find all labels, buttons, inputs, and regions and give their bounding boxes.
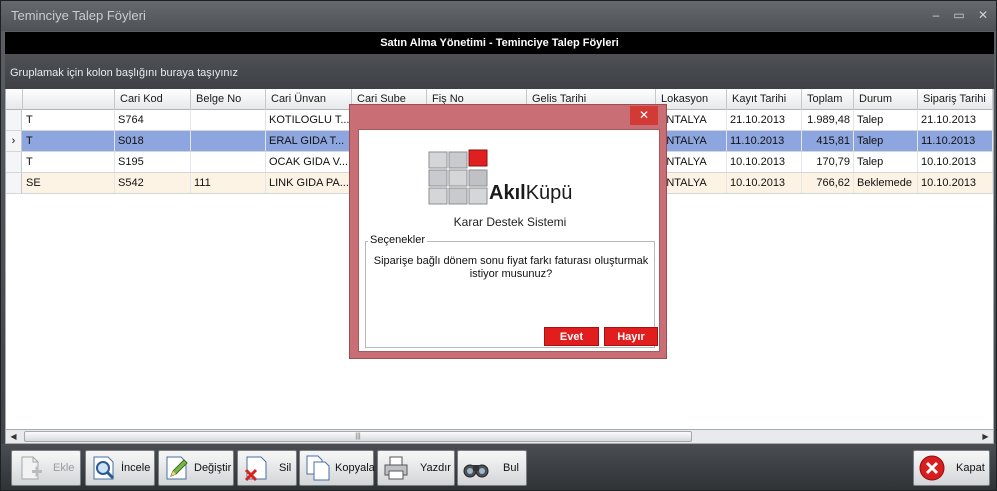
row-indicator[interactable]	[6, 173, 22, 193]
group-by-panel[interactable]: Gruplamak için kolon başlığını buraya ta…	[5, 54, 994, 89]
app-window: Teminciye Talep Föyleri – ▭ ✕ Satın Alma…	[0, 0, 997, 491]
magnifier-icon	[93, 456, 115, 480]
column-header-durum[interactable]: Durum	[854, 89, 918, 110]
cell-cari-unvan[interactable]: LINK GIDA PA...	[266, 173, 352, 193]
cell-belge-no[interactable]	[191, 152, 266, 172]
cell-cari-kod[interactable]: S542	[115, 173, 191, 193]
column-header-cari-unvan[interactable]: Cari Ünvan	[266, 89, 352, 110]
dialog-body: AkılKüpü Karar Destek Sistemi Seçenekler…	[358, 129, 660, 352]
row-indicator[interactable]: ›	[6, 131, 22, 151]
cell-belge-no[interactable]	[191, 131, 266, 151]
column-header-siparis-tarihi[interactable]: Sipariş Tarihi	[918, 89, 993, 110]
cell-kayit-tarihi[interactable]: 10.10.2013	[727, 152, 802, 172]
row-indicator[interactable]	[6, 110, 22, 130]
page-title: Satın Alma Yönetimi - Teminciye Talep Fö…	[5, 32, 994, 54]
cell-toplam[interactable]: 415,81	[802, 131, 854, 151]
cell-belge-no[interactable]	[191, 110, 266, 130]
degistir-button[interactable]: Değiştir	[158, 450, 234, 486]
akil-kupu-logo-icon	[428, 149, 488, 205]
scroll-left-arrow[interactable]: ◀	[6, 430, 21, 443]
no-button[interactable]: Hayır	[604, 327, 658, 346]
close-circle-icon	[919, 455, 945, 481]
column-header-belge-no[interactable]: Belge No	[191, 89, 266, 110]
group-by-hint: Gruplamak için kolon başlığını buraya ta…	[10, 67, 239, 79]
cell-type[interactable]: T	[23, 152, 115, 172]
options-legend: Seçenekler	[368, 234, 428, 246]
delete-document-icon	[244, 456, 267, 482]
degistir-label: Değiştir	[194, 462, 232, 474]
cell-cari-kod[interactable]: S195	[115, 152, 191, 172]
dialog-question: Siparişe bağlı dönem sonu fiyat farkı fa…	[373, 255, 649, 280]
dialog-close-button[interactable]: ✕	[630, 106, 658, 125]
cell-belge-no[interactable]: 111	[191, 173, 266, 193]
bottom-toolbar: Ekle İncele Değiştir Sil Kopyala Yazdır …	[1, 444, 996, 490]
cell-cari-kod[interactable]: S764	[115, 110, 191, 130]
scroll-right-arrow[interactable]: ▶	[978, 430, 993, 443]
incele-button[interactable]: İncele	[85, 450, 155, 486]
logo-wordmark-light: Küpü	[525, 182, 573, 204]
logo-wordmark: AkılKüpü	[489, 182, 572, 205]
cell-cari-kod[interactable]: S018	[115, 131, 191, 151]
cell-kayit-tarihi[interactable]: 10.10.2013	[727, 173, 802, 193]
yes-button[interactable]: Evet	[544, 327, 599, 346]
dialog-subtitle: Karar Destek Sistemi	[453, 215, 567, 229]
incele-label: İncele	[121, 462, 151, 474]
column-header-cari-kod[interactable]: Cari Kod	[115, 89, 191, 110]
column-header-toplam[interactable]: Toplam	[802, 89, 854, 110]
cell-toplam[interactable]: 170,79	[802, 152, 854, 172]
column-header-indicator	[6, 89, 23, 110]
cell-type[interactable]: T	[23, 131, 115, 151]
sil-button[interactable]: Sil	[237, 450, 297, 486]
cell-kayit-tarihi[interactable]: 11.10.2013	[727, 131, 802, 151]
cell-cari-unvan[interactable]: KOTILOGLU T...	[266, 110, 352, 130]
scrollbar-thumb[interactable]: |||	[24, 431, 692, 442]
cell-siparis-tarihi[interactable]: 10.10.2013	[918, 173, 993, 193]
row-indicator[interactable]	[6, 152, 22, 172]
binoculars-icon	[463, 464, 489, 478]
copy-icon	[306, 455, 330, 481]
cell-durum[interactable]: Talep	[854, 131, 918, 151]
cell-siparis-tarihi[interactable]: 10.10.2013	[918, 152, 993, 172]
kopyala-button[interactable]: Kopyala	[299, 450, 375, 486]
cell-cari-unvan[interactable]: ERAL GIDA T...	[266, 131, 352, 151]
bul-label: Bul	[503, 462, 519, 474]
cell-kayit-tarihi[interactable]: 21.10.2013	[727, 110, 802, 130]
cell-toplam[interactable]: 766,62	[802, 173, 854, 193]
column-header-kayit-tarihi[interactable]: Kayıt Tarihi	[727, 89, 802, 110]
column-header-type[interactable]	[23, 89, 115, 110]
close-window-button[interactable]: ✕	[973, 6, 993, 24]
minimize-button[interactable]: –	[926, 6, 946, 24]
ekle-button[interactable]: Ekle	[11, 450, 81, 486]
kopyala-label: Kopyala	[335, 462, 375, 474]
cell-cari-unvan[interactable]: OCAK GIDA V...	[266, 152, 352, 172]
maximize-button[interactable]: ▭	[949, 6, 969, 24]
cell-siparis-tarihi[interactable]: 21.10.2013	[918, 110, 993, 130]
printer-icon	[384, 456, 408, 480]
ekle-label: Ekle	[53, 462, 75, 474]
cell-type[interactable]: SE	[23, 173, 115, 193]
cell-siparis-tarihi[interactable]: 11.10.2013	[918, 131, 993, 151]
title-bar[interactable]: Teminciye Talep Föyleri – ▭ ✕	[1, 1, 996, 31]
window-title: Teminciye Talep Föyleri	[11, 8, 146, 23]
cell-toplam[interactable]: 1.989,48	[802, 110, 854, 130]
logo-wordmark-bold: Akıl	[489, 182, 526, 204]
cell-durum[interactable]: Talep	[854, 152, 918, 172]
yazdir-label: Yazdır	[420, 462, 451, 474]
edit-pencil-icon	[166, 456, 188, 480]
kapat-label: Kapat	[956, 462, 985, 474]
confirmation-dialog: ✕ AkılKüpü Karar Destek Sistemi Seçenekl…	[349, 104, 667, 359]
yazdir-button[interactable]: Yazdır	[377, 450, 455, 486]
kapat-button[interactable]: Kapat	[913, 450, 990, 486]
sil-label: Sil	[279, 462, 292, 474]
cell-durum[interactable]: Beklemede	[854, 173, 918, 193]
cell-type[interactable]: T	[23, 110, 115, 130]
cell-durum[interactable]: Talep	[854, 110, 918, 130]
add-document-icon	[21, 456, 42, 480]
horizontal-scrollbar[interactable]: ◀ ||| ▶	[5, 429, 994, 444]
bul-button[interactable]: Bul	[457, 450, 527, 486]
options-group: Seçenekler Siparişe bağlı dönem sonu fiy…	[365, 234, 658, 348]
